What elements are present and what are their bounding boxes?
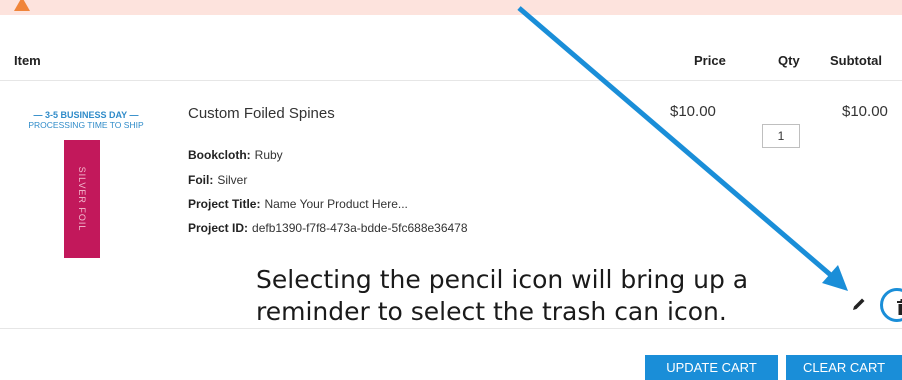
warning-icon	[14, 0, 30, 11]
option-foil: Foil: Silver	[188, 173, 247, 187]
header-divider	[0, 80, 902, 81]
option-bookcloth: Bookcloth: Ruby	[188, 148, 283, 162]
option-label: Project Title:	[188, 197, 260, 211]
alert-banner	[0, 0, 902, 15]
spine-label: SILVER FOIL	[77, 167, 87, 232]
item-price: $10.00	[670, 103, 716, 120]
thumbnail-shipping-line: — 3-5 BUSINESS DAY —	[22, 110, 150, 120]
product-name[interactable]: Custom Foiled Spines	[188, 105, 335, 122]
update-cart-button[interactable]: UPDATE CART	[645, 355, 778, 380]
column-header-price: Price	[694, 53, 726, 68]
product-thumbnail[interactable]: — 3-5 BUSINESS DAY — PROCESSING TIME TO …	[22, 110, 150, 258]
trash-highlight	[880, 288, 902, 322]
column-header-qty: Qty	[778, 53, 800, 68]
row-divider	[0, 328, 902, 329]
option-value: defb1390-f7f8-473a-bdde-5fc688e36478	[252, 221, 468, 235]
annotation-text: Selecting the pencil icon will bring up …	[256, 264, 816, 328]
option-value: Ruby	[255, 148, 283, 162]
option-project-title: Project Title: Name Your Product Here...	[188, 197, 408, 211]
column-header-subtotal: Subtotal	[830, 53, 882, 68]
option-project-id: Project ID: defb1390-f7f8-473a-bdde-5fc68…	[188, 221, 468, 235]
option-label: Project ID:	[188, 221, 248, 235]
column-header-item: Item	[14, 53, 41, 68]
option-value: Name Your Product Here...	[264, 197, 407, 211]
spine-swatch: SILVER FOIL	[64, 140, 100, 258]
thumbnail-processing-line: PROCESSING TIME TO SHIP	[22, 120, 150, 130]
option-label: Bookcloth:	[188, 148, 251, 162]
trash-icon[interactable]	[897, 299, 902, 315]
item-subtotal: $10.00	[842, 103, 888, 120]
quantity-input[interactable]	[762, 124, 800, 148]
clear-cart-button[interactable]: CLEAR CART	[786, 355, 902, 380]
option-value: Silver	[217, 173, 247, 187]
option-label: Foil:	[188, 173, 213, 187]
pencil-icon[interactable]	[851, 296, 867, 312]
